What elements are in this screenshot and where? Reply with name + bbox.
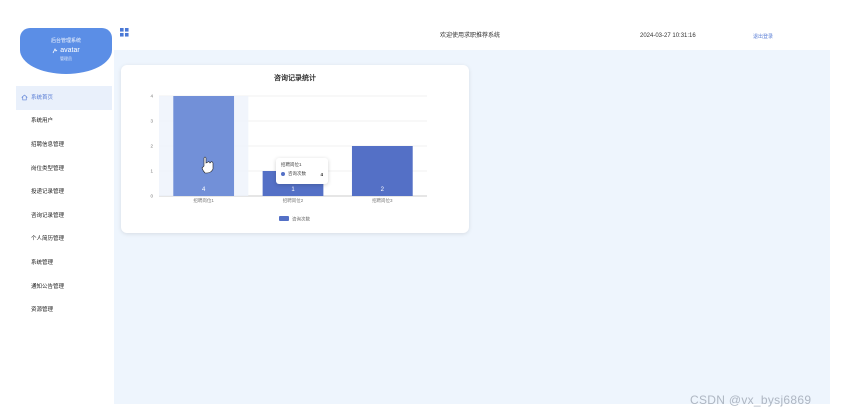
y-tick-label: 0: [150, 194, 153, 199]
avatar-icon: [52, 47, 58, 53]
avatar-text: avatar: [60, 47, 80, 54]
sidebar: 后台管理系统 avatar 管理员 系统首页 系统用户 招聘信息管理 岗位类型管…: [0, 0, 114, 415]
menu-item-label: 咨询记录管理: [31, 212, 65, 219]
tooltip-title: 招聘岗位1: [281, 162, 302, 167]
menu-item-notices[interactable]: 通知公告管理: [16, 275, 112, 299]
menu-item-label: 通知公告管理: [31, 283, 65, 290]
menu-item-resumes[interactable]: 个人简历管理: [16, 228, 112, 252]
y-tick-label: 2: [150, 144, 153, 149]
menu-item-system-users[interactable]: 系统用户: [16, 110, 112, 134]
bar-chart: 012344招聘岗位11招聘岗位22招聘岗位3咨询次数: [150, 94, 427, 223]
bar: [173, 96, 235, 196]
menu-item-job-types[interactable]: 岗位类型管理: [16, 157, 112, 181]
tooltip-series-dot: [281, 172, 285, 176]
side-menu: 系统首页 系统用户 招聘信息管理 岗位类型管理 投递记录管理 咨询记录管理 个人…: [16, 86, 112, 322]
welcome-text: 欢迎使用求职推荐系统: [440, 33, 501, 39]
menu-item-resources[interactable]: 资源管理: [16, 298, 112, 322]
menu-item-label: 投递记录管理: [31, 189, 65, 196]
menu-item-home[interactable]: 系统首页: [16, 86, 112, 110]
user-role: 管理员: [60, 56, 72, 61]
menu-item-label: 招聘信息管理: [31, 141, 65, 148]
chart-card: 咨询记录统计 0 1 2 3 4 4 招聘岗位1 1 招聘岗位2 2 招聘岗位3 咨询次数 招聘岗位1…: [121, 65, 469, 233]
menu-item-label: 系统首页: [31, 94, 54, 101]
menu-item-label: 系统管理: [31, 259, 54, 266]
x-tick-label: 招聘岗位2: [283, 197, 304, 204]
current-datetime: 2024-03-27 10:31:16: [640, 33, 696, 39]
menu-item-label: 资源管理: [31, 307, 54, 314]
y-tick-label: 1: [150, 169, 153, 174]
chart-tooltip: 招聘岗位1 咨询次数 4: [276, 158, 328, 184]
tooltip-series-name: 咨询次数: [288, 171, 306, 176]
menu-item-job-info[interactable]: 招聘信息管理: [16, 133, 112, 157]
x-tick-label: 招聘岗位1: [193, 197, 214, 204]
top-header: 欢迎使用求职推荐系统 2024-03-27 10:31:16 退出登录: [114, 22, 830, 50]
legend-swatch: [279, 216, 289, 221]
y-tick-label: 4: [150, 94, 153, 99]
menu-item-consultations[interactable]: 咨询记录管理: [16, 204, 112, 228]
logout-link[interactable]: 退出登录: [753, 33, 773, 40]
brand-header: 后台管理系统 avatar 管理员: [20, 28, 112, 74]
menu-item-label: 岗位类型管理: [31, 165, 65, 172]
avatar[interactable]: avatar: [20, 47, 112, 54]
watermark: CSDN @vx_bysj6869: [690, 393, 812, 407]
home-icon: [21, 94, 28, 101]
legend-label: 咨询次数: [292, 216, 310, 223]
main-content: 咨询记录统计 0 1 2 3 4 4 招聘岗位1 1 招聘岗位2 2 招聘岗位3 咨询次数 招聘岗位1…: [114, 50, 830, 404]
menu-item-applications[interactable]: 投递记录管理: [16, 180, 112, 204]
menu-toggle-icon[interactable]: [120, 28, 129, 37]
menu-item-system-manage[interactable]: 系统管理: [16, 251, 112, 275]
menu-item-label: 个人简历管理: [31, 236, 65, 243]
menu-item-label: 系统用户: [31, 118, 54, 125]
x-tick-label: 招聘岗位3: [372, 197, 393, 204]
system-name: 后台管理系统: [50, 38, 81, 44]
y-tick-label: 3: [150, 119, 153, 124]
tooltip-value: 4: [320, 171, 323, 177]
